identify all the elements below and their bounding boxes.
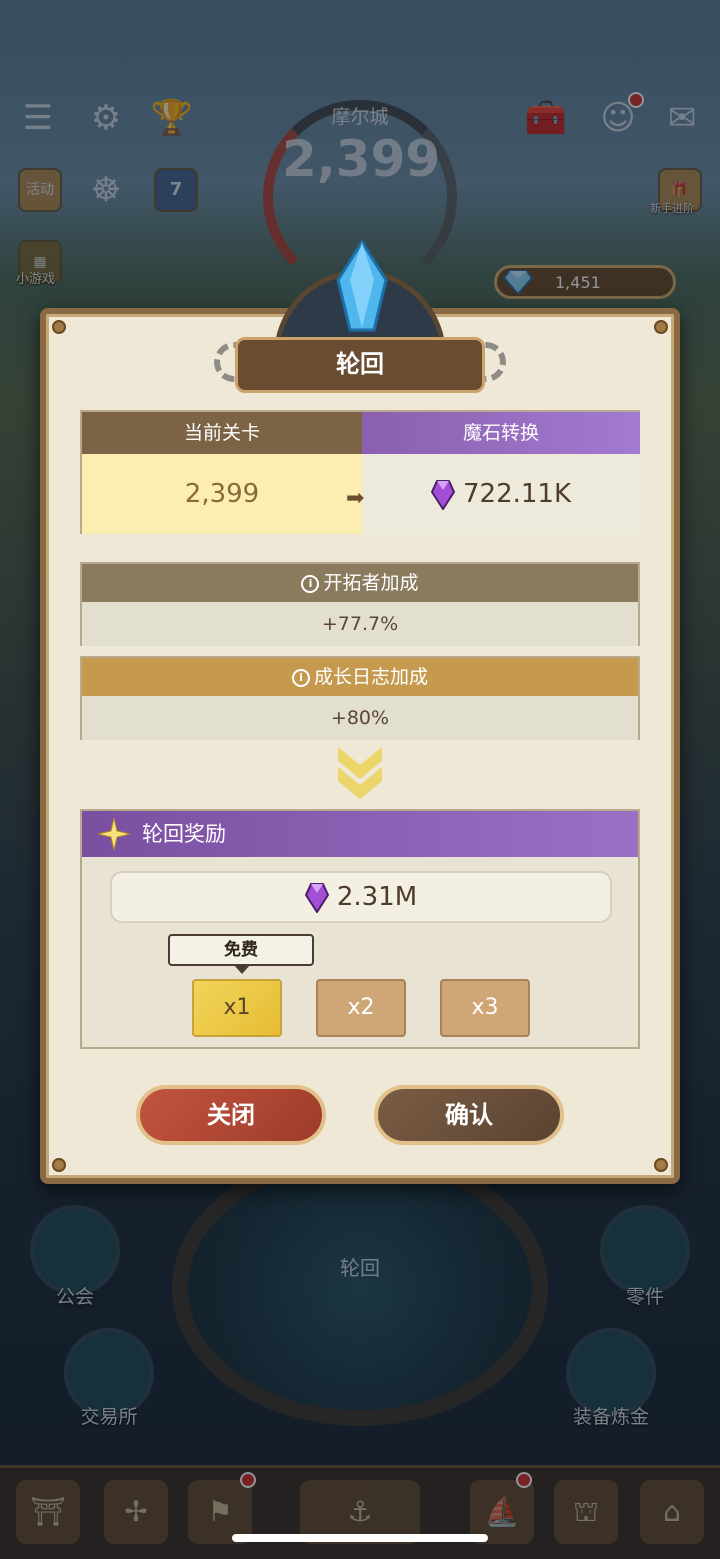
corner-rivet bbox=[52, 1158, 66, 1172]
corner-rivet bbox=[52, 320, 66, 334]
conversion-value: 722.11K bbox=[462, 479, 572, 509]
close-button[interactable]: 关闭 bbox=[136, 1085, 326, 1145]
growth-log-bonus-label: 成长日志加成 bbox=[313, 666, 428, 688]
dialog-title: 轮回 bbox=[235, 337, 485, 393]
pioneer-bonus-header: i 开拓者加成 bbox=[82, 564, 638, 602]
info-icon[interactable]: i bbox=[301, 574, 320, 593]
confirm-button[interactable]: 确认 bbox=[374, 1085, 564, 1145]
corner-rivet bbox=[654, 1158, 668, 1172]
chevron-down-icon bbox=[338, 747, 382, 799]
pioneer-bonus-value: +77.7% bbox=[82, 602, 638, 646]
corner-rivet bbox=[654, 320, 668, 334]
arrow-right-icon: ➡ bbox=[346, 486, 365, 511]
pioneer-bonus-label: 开拓者加成 bbox=[323, 572, 419, 594]
growth-log-bonus-header: i 成长日志加成 bbox=[82, 658, 638, 696]
home-indicator[interactable] bbox=[232, 1534, 488, 1542]
info-icon[interactable]: i bbox=[291, 668, 310, 687]
conversion-header: 魔石转换 bbox=[362, 412, 640, 454]
purple-gem-icon bbox=[430, 479, 455, 510]
sparkle-icon bbox=[98, 818, 130, 850]
multiplier-x1-button[interactable]: x1 bbox=[192, 979, 282, 1037]
current-stage-header: 当前关卡 bbox=[82, 412, 362, 454]
pioneer-bonus-box: i 开拓者加成 +77.7% bbox=[80, 562, 640, 646]
conversion-table: 当前关卡 魔石转换 2,399 722.11K ➡ bbox=[80, 410, 640, 534]
free-tooltip: 免费 bbox=[168, 934, 314, 974]
growth-log-bonus-box: i 成长日志加成 +80% bbox=[80, 656, 640, 740]
purple-gem-icon bbox=[304, 882, 329, 913]
reward-title: 轮回奖励 bbox=[142, 822, 226, 846]
conversion-cell: 722.11K bbox=[362, 454, 640, 534]
reward-header: 轮回奖励 bbox=[82, 811, 638, 857]
blue-crystal-icon bbox=[336, 240, 388, 332]
reward-value-box: 2.31M bbox=[110, 871, 612, 923]
reward-value: 2.31M bbox=[336, 882, 418, 912]
multiplier-x3-button[interactable]: x3 bbox=[440, 979, 530, 1037]
current-stage-value: 2,399 bbox=[82, 454, 362, 534]
multiplier-x2-button[interactable]: x2 bbox=[316, 979, 406, 1037]
reincarnation-reward-box: 轮回奖励 2.31M 免费 x1 x2 x3 bbox=[80, 809, 640, 1049]
growth-log-bonus-value: +80% bbox=[82, 696, 638, 740]
